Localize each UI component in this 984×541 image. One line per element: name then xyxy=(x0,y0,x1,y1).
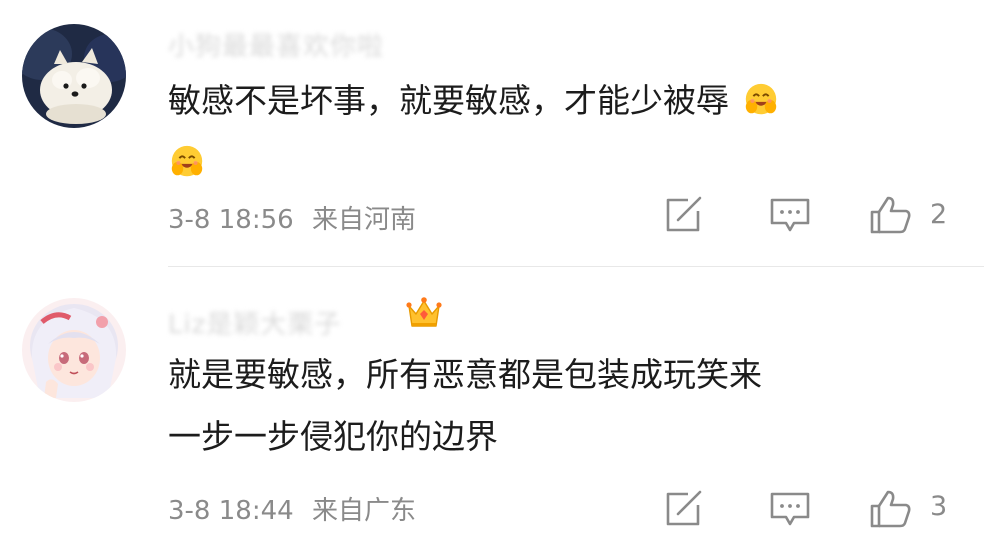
comment-location: 来自广东 xyxy=(311,496,416,526)
comment-location: 来自河南 xyxy=(311,205,416,235)
crown-icon xyxy=(406,296,442,330)
comment-meta: 3-8 18:56 来自河南 xyxy=(168,199,416,236)
like-button[interactable] xyxy=(868,195,912,235)
comment-item: 小狗最最喜欢你啦 敏感不是坏事，就要敏感，才能少被辱 3-8 18:56 来自河 xyxy=(0,0,984,267)
smiling-face-with-hands-emoji-icon xyxy=(171,145,203,177)
avatar[interactable] xyxy=(22,24,126,128)
smiling-face-with-hands-emoji-icon xyxy=(745,83,776,115)
comment-text-line: 一步一步侵犯你的边界 xyxy=(168,417,498,456)
username[interactable]: Liz是颖大栗子 xyxy=(168,304,341,341)
username[interactable]: 小狗最最喜欢你啦 xyxy=(168,26,384,63)
share-edit-icon xyxy=(666,490,702,526)
comment-item: Liz是颖大栗子 就是要敏感，所有恶意都是包装成玩笑来 一步一步侵犯你的边界 3… xyxy=(0,268,984,541)
avatar-anime-girl-image xyxy=(22,298,126,402)
divider xyxy=(168,266,984,267)
comment-text-line: 就是要敏感，所有恶意都是包装成玩笑来 xyxy=(168,355,762,394)
comment-date: 3-8 18:56 xyxy=(168,205,294,235)
like-count: 2 xyxy=(930,199,948,230)
like-count: 3 xyxy=(930,491,948,522)
comment-icon xyxy=(770,198,810,232)
share-button[interactable] xyxy=(662,195,706,235)
avatar-dog-image xyxy=(22,24,126,128)
thumbs-up-icon xyxy=(870,490,911,528)
share-button[interactable] xyxy=(662,489,706,529)
like-button[interactable] xyxy=(868,489,912,529)
comment-button[interactable] xyxy=(768,489,812,529)
share-edit-icon xyxy=(666,196,702,232)
comment-text-line: 敏感不是坏事，就要敏感，才能少被辱 xyxy=(168,81,729,120)
comment-text: 敏感不是坏事，就要敏感，才能少被辱 xyxy=(168,70,780,194)
comment-icon xyxy=(770,492,810,526)
comment-meta: 3-8 18:44 来自广东 xyxy=(168,490,416,527)
avatar[interactable] xyxy=(22,298,126,402)
comment-text: 就是要敏感，所有恶意都是包装成玩笑来 一步一步侵犯你的边界 xyxy=(168,344,762,468)
thumbs-up-icon xyxy=(870,196,911,234)
comment-date: 3-8 18:44 xyxy=(168,496,294,526)
comment-button[interactable] xyxy=(768,195,812,235)
